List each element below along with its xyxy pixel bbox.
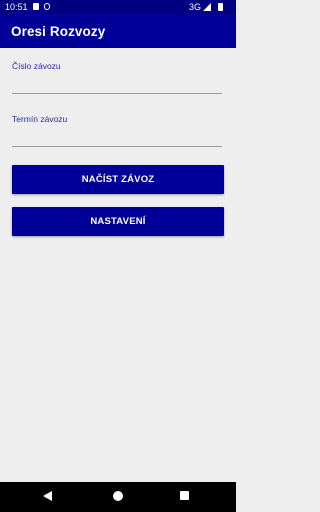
app-title: Oresi Rozvozy [11,24,106,39]
signal-icon [203,3,211,11]
order-number-input[interactable] [12,75,222,94]
status-time: 10:51 [5,2,28,12]
recents-square-icon[interactable] [180,491,189,500]
order-number-label: Číslo závozu [12,61,61,71]
load-order-button[interactable]: NAČÍST ZÁVOZ [12,165,224,194]
sync-icon [44,3,50,10]
network-type: 3G [189,2,202,12]
delivery-date-label: Termín závozu [12,114,68,124]
navigation-bar [0,482,236,512]
settings-button[interactable]: NASTAVENÍ [12,207,224,236]
delivery-date-input[interactable] [12,128,222,147]
back-triangle-icon[interactable] [43,491,52,501]
sim-card-icon [33,3,39,10]
app-bar: Oresi Rozvozy [0,14,236,48]
status-bar: 10:51 3G [0,0,236,14]
battery-icon [218,3,223,11]
home-circle-icon[interactable] [113,491,123,501]
